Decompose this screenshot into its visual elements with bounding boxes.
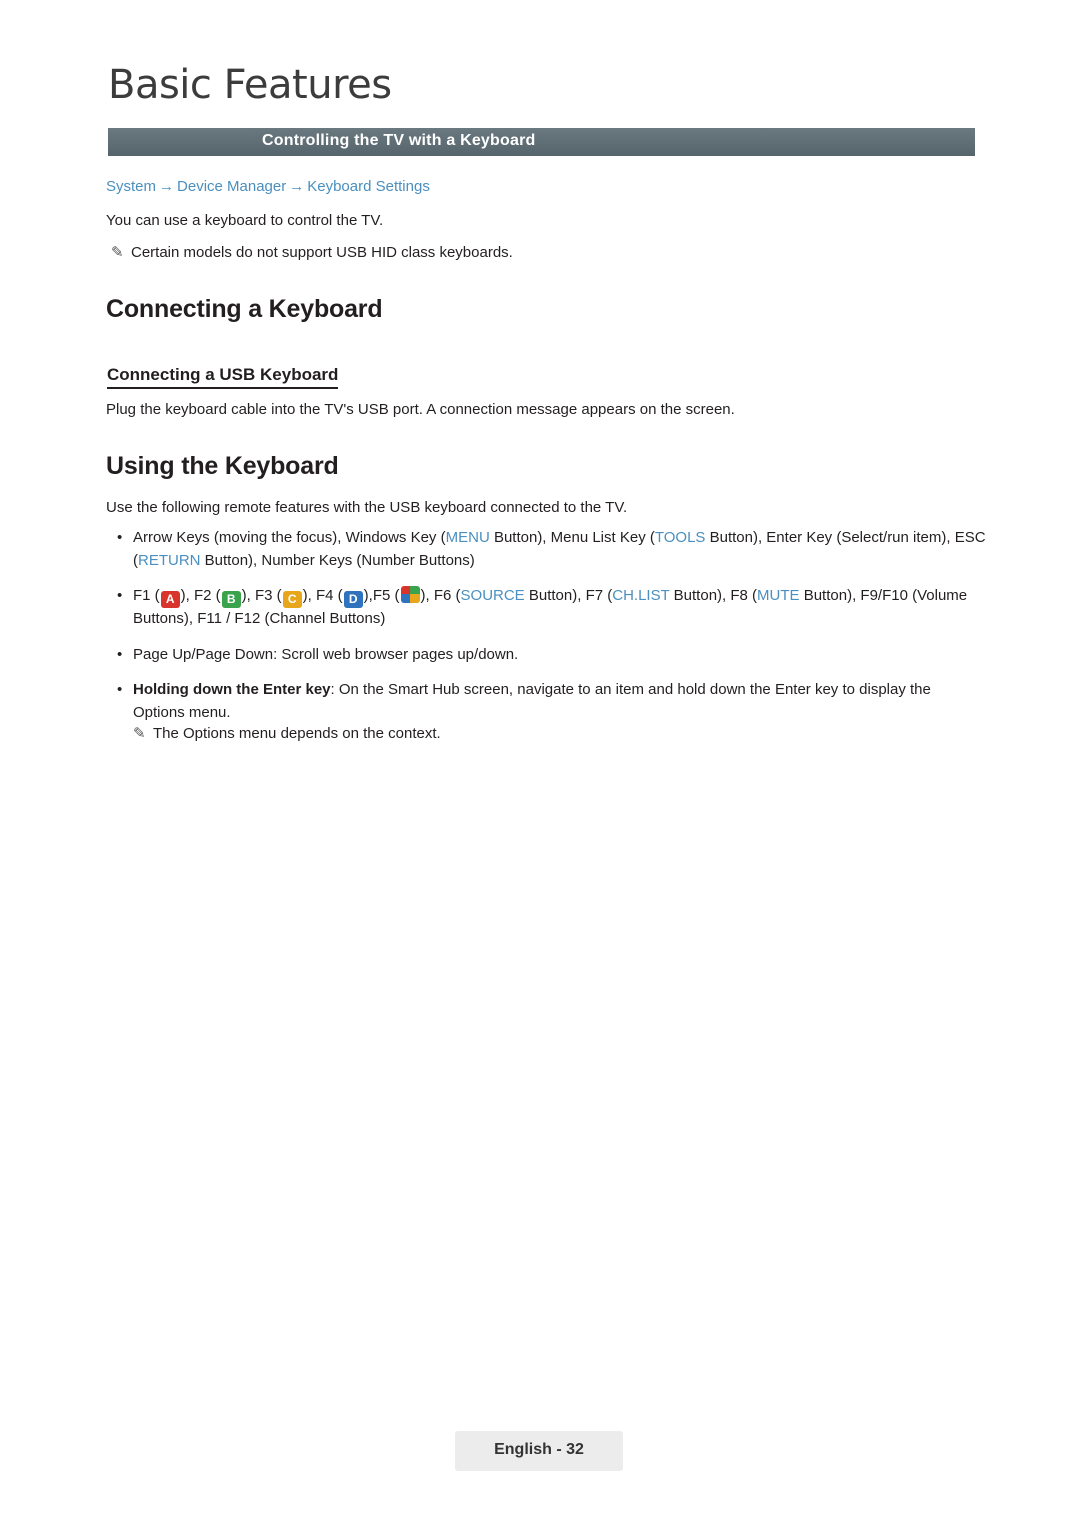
heading-using-the-keyboard: Using the Keyboard	[106, 452, 339, 480]
list-item-text: ), F6 (	[420, 587, 461, 604]
using-bullet-list: • Arrow Keys (moving the focus), Windows …	[106, 527, 986, 737]
bullet-dot-icon: •	[117, 645, 123, 663]
section-header-label: Controlling the TV with a Keyboard	[262, 132, 536, 149]
intro-paragraph: You can use a keyboard to control the TV…	[106, 212, 384, 229]
using-paragraph: Use the following remote features with t…	[106, 499, 628, 516]
section-header-bar	[108, 128, 975, 156]
color-key-c-icon: C	[282, 591, 302, 608]
breadcrumb-item-device-manager: Device Manager	[177, 178, 287, 195]
list-item-text: Button), Menu List Key (	[489, 529, 655, 546]
connecting-paragraph: Plug the keyboard cable into the TV's US…	[106, 401, 735, 418]
list-item-text: ), F4 (	[302, 587, 343, 604]
list-item: • F1 (A), F2 (B), F3 (C), F4 (D),F5 ( ), F…	[106, 585, 986, 631]
using-note-text: The Options menu depends on the context.	[153, 725, 441, 742]
keyword-mute: MUTE	[757, 587, 800, 604]
color-key-a-icon: A	[160, 591, 180, 608]
color-key-d-icon: D	[343, 591, 363, 608]
page-title: Basic Features	[108, 62, 392, 108]
keyword-return: RETURN	[138, 551, 201, 569]
list-item-text: ),F5 (	[363, 587, 400, 604]
breadcrumb-arrow-1: →	[159, 178, 175, 195]
bullet-dot-icon: •	[117, 681, 123, 698]
using-note: ✎ The Options menu depends on the context…	[133, 724, 441, 742]
list-item-text: F1 (	[133, 587, 160, 604]
keyword-ch-list: CH.LIST	[612, 587, 670, 604]
intro-note: ✎ Certain models do not support USB HID c…	[111, 243, 513, 261]
list-item: • Arrow Keys (moving the focus), Windows …	[106, 527, 986, 572]
keyword-menu: MENU	[445, 529, 490, 546]
emphasis-text: Holding down the Enter key	[133, 681, 331, 698]
bullet-dot-icon: •	[117, 587, 123, 604]
color-buttons-icon	[400, 586, 420, 603]
keyword-tools: TOOLS	[654, 529, 706, 546]
list-item-text: Arrow Keys (moving the focus), Windows K…	[133, 529, 446, 546]
footer-page-label: English - 32	[494, 1441, 584, 1458]
keyword-source: SOURCE	[460, 587, 525, 604]
list-item-text: Button), F8 (	[669, 587, 758, 604]
list-item-text: Button), F7 (	[524, 587, 613, 604]
pencil-icon: ✎	[133, 725, 146, 742]
bullet-dot-icon: •	[117, 529, 123, 546]
list-item-text: ), F2 (	[180, 587, 221, 604]
list-item-text: ), F3 (	[241, 587, 282, 604]
list-item-text: Page Up/Page Down: Scroll web browser pa…	[133, 645, 519, 663]
list-item: • Holding down the Enter key: On the Smar…	[106, 679, 986, 724]
subheading-connecting-usb-keyboard: Connecting a USB Keyboard	[107, 365, 339, 389]
pencil-icon: ✎	[111, 244, 124, 261]
breadcrumb-item-system: System	[106, 178, 157, 195]
breadcrumb: System → Device Manager → Keyboard Settings	[106, 178, 430, 195]
list-item: • Page Up/Page Down: Scroll web browser p…	[106, 644, 986, 667]
intro-note-text: Certain models do not support USB HID cl…	[131, 244, 513, 261]
breadcrumb-item-keyboard-settings: Keyboard Settings	[307, 178, 430, 195]
document-page: Basic Features Controlling the TV with a…	[0, 0, 1080, 1519]
list-item-text: Button), Number Keys (Number Buttons)	[200, 551, 475, 569]
color-key-b-icon: B	[221, 591, 241, 608]
heading-connecting-a-keyboard: Connecting a Keyboard	[106, 295, 383, 323]
breadcrumb-arrow-2: →	[289, 178, 305, 195]
